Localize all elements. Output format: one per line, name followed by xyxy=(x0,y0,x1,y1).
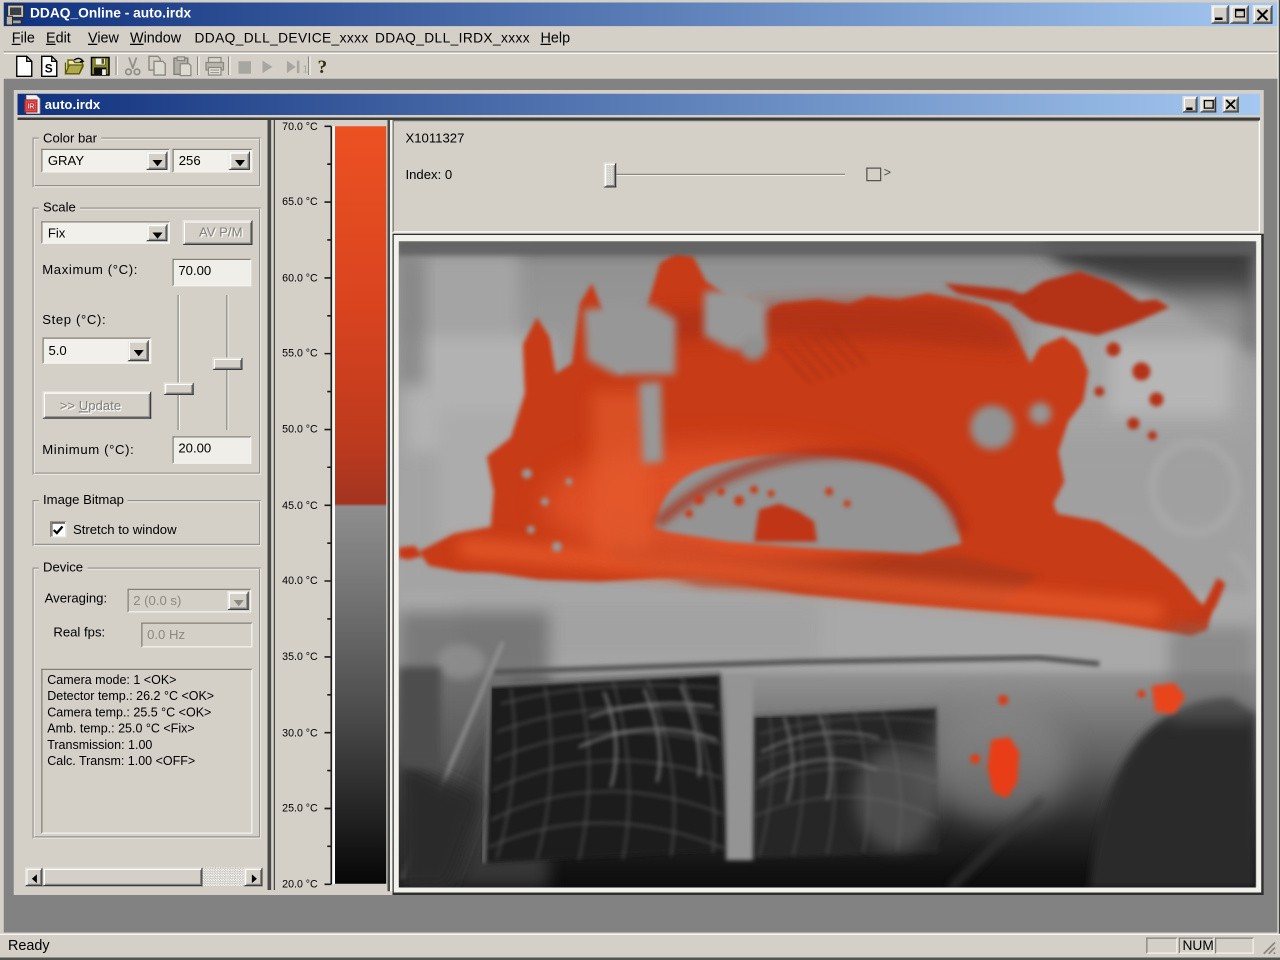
svg-text:1: 1 xyxy=(302,64,308,75)
svg-text:IR: IR xyxy=(28,103,35,110)
svg-text:?: ? xyxy=(317,57,327,78)
svg-text:S: S xyxy=(44,61,52,75)
